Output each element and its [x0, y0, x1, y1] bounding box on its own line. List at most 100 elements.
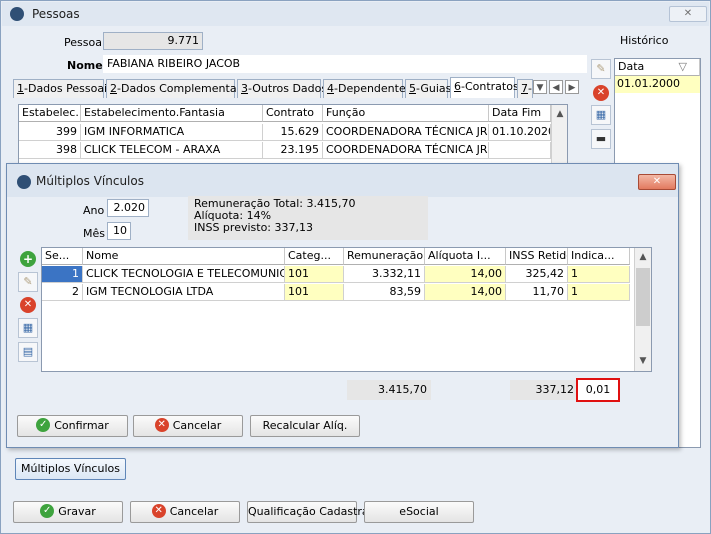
vinculo-cell[interactable]: 325,42 [506, 266, 568, 283]
tab-guias[interactable]: 5-Guias [405, 79, 452, 98]
tab-dropdown-button[interactable]: ▼ [533, 80, 547, 94]
mes-field[interactable]: 10 [107, 222, 131, 240]
qualificacao-cadastral-button[interactable]: Qualificação Cadastral [247, 501, 372, 523]
contract-cell[interactable] [489, 142, 551, 159]
print-button[interactable]: ▬ [591, 129, 611, 149]
tab-label: -Outros Dados [248, 82, 328, 95]
vinculo-cell[interactable]: 2 [42, 284, 83, 301]
scroll-up-icon[interactable]: ▲ [553, 107, 567, 121]
contracts-header-estabelec[interactable]: Estabelec... [19, 105, 81, 122]
tab-dependentes[interactable]: 4-Dependentes [323, 79, 411, 98]
historico-label: Histórico [620, 34, 669, 47]
vinculo-cell[interactable]: 14,00 [425, 284, 506, 301]
tab-num: 5 [409, 82, 416, 95]
header-inss-retido[interactable]: INSS Retido [506, 248, 568, 265]
vinculo-cell[interactable]: 1 [568, 284, 630, 301]
close-icon: ✕ [683, 8, 693, 19]
gravar-label: Gravar [58, 505, 96, 518]
vinculo-cell[interactable]: 83,59 [344, 284, 425, 301]
historico-row[interactable]: 01.01.2000 [615, 76, 700, 93]
vinculos-scrollbar[interactable]: ▲ ▼ [634, 248, 651, 371]
nome-field[interactable]: FABIANA RIBEIRO JACOB [103, 55, 587, 73]
contracts-scrollbar[interactable]: ▲ [551, 105, 567, 163]
tab-bar: 1-Dados Pessoais 2-Dados Complementares … [13, 77, 583, 99]
contract-cell[interactable]: 398 [19, 142, 81, 159]
contracts-header-fantasia[interactable]: Estabelecimento.Fantasia [81, 105, 263, 122]
vinculo-cell[interactable]: 101 [285, 266, 344, 283]
contract-cell[interactable]: COORDENADORA TÉCNICA JR. [323, 142, 489, 159]
vinculo-cell[interactable]: CLICK TECNOLOGIA E TELECOMUNICACOE [83, 266, 285, 283]
scroll-thumb[interactable] [636, 268, 650, 326]
contract-cell[interactable]: 399 [19, 124, 81, 141]
tab-dados-complementares[interactable]: 2-Dados Complementares [106, 79, 253, 98]
delete-button[interactable]: ✕ [593, 85, 609, 101]
vinculo-cell[interactable]: 1 [42, 266, 83, 283]
gravar-button[interactable]: ✓ Gravar [13, 501, 123, 523]
vinculos-grid: Se... Nome Categ... Remuneração Alíquota… [41, 247, 652, 372]
pessoa-field[interactable]: 9.771 [103, 32, 203, 50]
vinculo-cell[interactable]: 101 [285, 284, 344, 301]
tab-num: 4 [327, 82, 334, 95]
confirmar-button[interactable]: ✓ Confirmar [17, 415, 128, 437]
contract-cell[interactable]: IGM INFORMATICA [81, 124, 263, 141]
contract-cell[interactable]: COORDENADORA TÉCNICA JR. [323, 124, 489, 141]
grid-tool-button[interactable]: ▦ [591, 105, 611, 125]
window-title: Pessoas [32, 7, 80, 21]
tab-num: 6 [454, 80, 461, 93]
dialog-title-bar: Múltiplos Vínculos ✕ [7, 164, 678, 197]
confirmar-label: Confirmar [54, 419, 109, 432]
contract-cell[interactable]: CLICK TELECOM - ARAXA [81, 142, 263, 159]
dialog-title: Múltiplos Vínculos [36, 174, 144, 188]
vinculo-cell[interactable]: IGM TECNOLOGIA LTDA [83, 284, 285, 301]
add-button[interactable]: + [20, 251, 36, 267]
scroll-up-icon[interactable]: ▲ [636, 250, 650, 264]
dialog-cancelar-button[interactable]: ✕ Cancelar [133, 415, 243, 437]
scroll-down-icon[interactable]: ▼ [636, 354, 650, 368]
multiplos-vinculos-dialog: Múltiplos Vínculos ✕ Ano 2.020 Mês 10 Re… [6, 163, 679, 448]
ano-field[interactable]: 2.020 [107, 199, 149, 217]
title-bar: Pessoas ✕ [2, 2, 709, 26]
header-aliquota[interactable]: Alíquota I... [425, 248, 506, 265]
esocial-button[interactable]: eSocial [364, 501, 474, 523]
print-icon: ▬ [595, 132, 607, 145]
tab-label: -Guias [416, 82, 452, 95]
cancel-icon: ✕ [154, 418, 169, 432]
historico-header[interactable]: Data ▽ [615, 59, 700, 76]
tab-num: 7 [521, 82, 528, 95]
close-icon: ✕ [652, 176, 662, 187]
header-seq[interactable]: Se... [42, 248, 83, 265]
dialog-grid-button[interactable]: ▦ [18, 318, 38, 338]
tab-scroll-right-button[interactable]: ▶ [565, 80, 579, 94]
contract-cell[interactable]: 23.195 [263, 142, 323, 159]
dialog-edit-button[interactable]: ✎ [18, 272, 38, 292]
contract-cell[interactable]: 15.629 [263, 124, 323, 141]
multiplos-vinculos-button[interactable]: Múltiplos Vínculos [15, 458, 126, 480]
dialog-form-button[interactable]: ▤ [18, 342, 38, 362]
edit-button[interactable]: ✎ [591, 59, 611, 79]
dialog-close-button[interactable]: ✕ [638, 174, 676, 190]
tab-outros-dados[interactable]: 3-Outros Dados [237, 79, 327, 98]
contract-cell[interactable]: 01.10.2020 [489, 124, 551, 141]
header-nome[interactable]: Nome [83, 248, 285, 265]
cancelar-button[interactable]: ✕ Cancelar [130, 501, 240, 523]
dialog-delete-button[interactable]: ✕ [20, 297, 36, 313]
contracts-header-data-fim[interactable]: Data Fim [489, 105, 551, 122]
close-button[interactable]: ✕ [669, 6, 707, 22]
header-categoria[interactable]: Categ... [285, 248, 344, 265]
header-indicador[interactable]: Indica... [568, 248, 630, 265]
vinculo-cell[interactable]: 14,00 [425, 266, 506, 283]
vinculo-cell[interactable]: 11,70 [506, 284, 568, 301]
contracts-header-contrato[interactable]: Contrato [263, 105, 323, 122]
header-remuneracao[interactable]: Remuneração [344, 248, 425, 265]
tab-label: -Contratos [461, 80, 519, 93]
dialog-cancelar-label: Cancelar [172, 419, 222, 432]
tab-contratos[interactable]: 6-Contratos [450, 77, 519, 98]
vinculo-cell[interactable]: 1 [568, 266, 630, 283]
tab-7[interactable]: 7- [517, 79, 533, 98]
tab-scroll-left-button[interactable]: ◀ [549, 80, 563, 94]
contracts-header-funcao[interactable]: Função [323, 105, 489, 122]
check-icon: ✓ [40, 504, 55, 518]
tab-dados-pessoais[interactable]: 1-Dados Pessoais [13, 79, 113, 98]
vinculo-cell[interactable]: 3.332,11 [344, 266, 425, 283]
recalcular-aliquota-button[interactable]: Recalcular Alíq. [250, 415, 360, 437]
